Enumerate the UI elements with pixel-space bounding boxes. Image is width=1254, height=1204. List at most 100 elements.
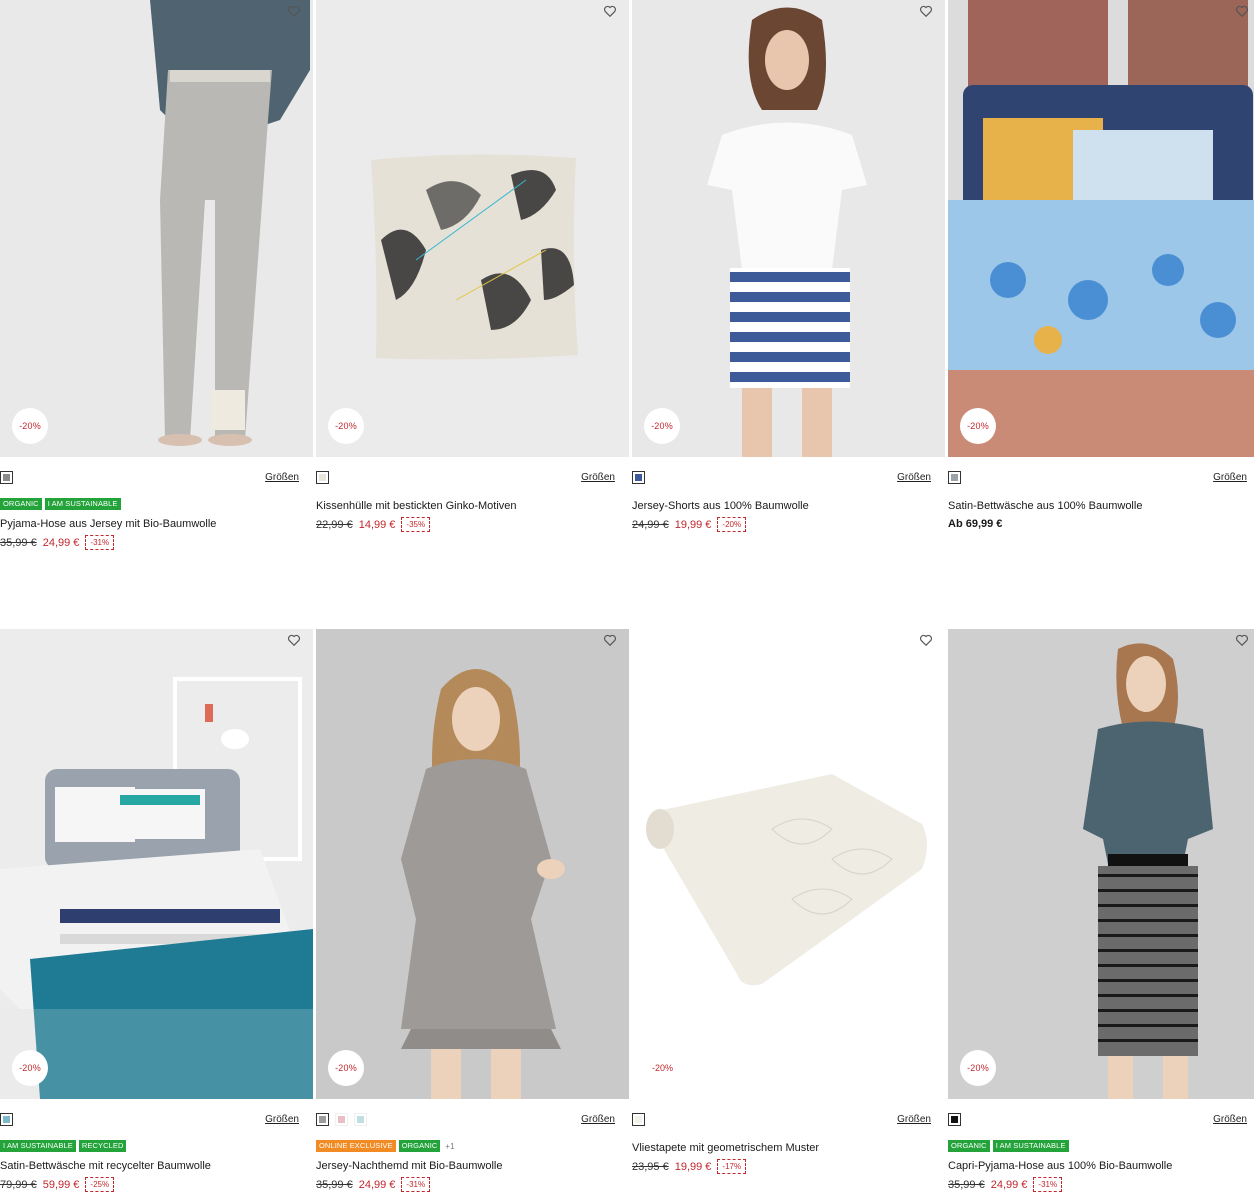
original-price: 35,99 € [316, 1178, 353, 1191]
percent-off: -17% [717, 1159, 747, 1174]
color-swatch[interactable] [316, 1113, 329, 1126]
price-row: 35,99 € 24,99 € -31% [316, 1177, 431, 1192]
wallpaper-roll-photo [632, 629, 945, 1099]
from-price: Ab 69,99 € [948, 518, 1003, 530]
product-title[interactable]: Jersey-Nachthemd mit Bio-Baumwolle [316, 1160, 502, 1172]
product-title[interactable]: Vliestapete mit geometrischem Muster [632, 1142, 819, 1154]
sale-price: 59,99 € [42, 1178, 80, 1191]
product-card[interactable]: -20% Größen Kissenhülle mit bestickten G… [316, 0, 629, 560]
product-card[interactable]: -20% Größen Jersey-Shorts aus 100% Baumw… [632, 0, 945, 560]
product-title[interactable]: Satin-Bettwäsche aus 100% Baumwolle [948, 500, 1142, 512]
wishlist-heart-icon[interactable] [919, 633, 933, 647]
product-title[interactable]: Pyjama-Hose aus Jersey mit Bio-Baumwolle [0, 518, 216, 530]
sale-price: 19,99 € [674, 518, 712, 531]
product-image[interactable]: -20% [632, 629, 945, 1099]
sale-price: 24,99 € [42, 536, 80, 549]
price-row: 35,99 € 24,99 € -31% [0, 535, 115, 550]
color-swatches [0, 1113, 13, 1127]
badge-organic: ORGANIC [0, 498, 42, 510]
price-row: 23,95 € 19,99 € -17% [632, 1159, 747, 1174]
color-swatches [316, 1113, 367, 1127]
badge-organic: ORGANIC [948, 1140, 990, 1152]
color-swatches [632, 1113, 645, 1127]
color-swatch[interactable] [632, 1113, 645, 1126]
color-swatches [632, 471, 645, 485]
badge-online-exclusive: ONLINE EXCLUSIVE [316, 1140, 396, 1152]
sizes-link[interactable]: Größen [897, 472, 931, 483]
wishlist-heart-icon[interactable] [1235, 4, 1249, 18]
price-row: 79,99 € 59,99 € -25% [0, 1177, 115, 1192]
product-title[interactable]: Kissenhülle mit bestickten Ginko-Motiven [316, 500, 517, 512]
satin-bedding-photo [948, 0, 1254, 457]
sizes-link[interactable]: Größen [265, 1114, 299, 1125]
color-swatches [948, 1113, 961, 1127]
product-image[interactable]: -20% [948, 0, 1254, 457]
sizes-link[interactable]: Größen [581, 1114, 615, 1125]
wishlist-heart-icon[interactable] [287, 4, 301, 18]
badge-row: ORGANIC I AM SUSTAINABLE [0, 498, 121, 510]
original-price: 22,99 € [316, 518, 353, 531]
color-swatches [948, 471, 961, 485]
discount-badge: -20% [960, 1050, 996, 1086]
percent-off: -31% [1033, 1177, 1063, 1192]
sale-price: 24,99 € [990, 1178, 1028, 1191]
discount-badge: -20% [12, 408, 48, 444]
product-grid: -20% Größen ORGANIC I AM SUSTAINABLE Pyj… [0, 0, 1254, 1204]
percent-off: -35% [401, 517, 431, 532]
wishlist-heart-icon[interactable] [603, 633, 617, 647]
wishlist-heart-icon[interactable] [919, 4, 933, 18]
color-swatch[interactable] [354, 1113, 367, 1126]
product-title[interactable]: Jersey-Shorts aus 100% Baumwolle [632, 500, 809, 512]
discount-badge: -20% [12, 1050, 48, 1086]
product-image[interactable]: -20% [316, 629, 629, 1099]
badge-recycled: RECYCLED [78, 1140, 127, 1152]
price-row: 22,99 € 14,99 € -35% [316, 517, 431, 532]
sizes-link[interactable]: Größen [581, 472, 615, 483]
product-title[interactable]: Satin-Bettwäsche mit recycelter Baumwoll… [0, 1160, 211, 1172]
discount-badge: -20% [644, 408, 680, 444]
color-swatch[interactable] [0, 471, 13, 484]
wishlist-heart-icon[interactable] [1235, 633, 1249, 647]
sizes-link[interactable]: Größen [265, 472, 299, 483]
pyjama-pants-photo [0, 0, 313, 457]
badge-sustainable: I AM SUSTAINABLE [0, 1140, 76, 1152]
badge-row: ORGANIC I AM SUSTAINABLE [948, 1140, 1069, 1152]
original-price: 23,95 € [632, 1160, 669, 1173]
product-card[interactable]: -20% Größen I AM SUSTAINABLE RECYCLED Sa… [0, 629, 313, 1204]
color-swatch[interactable] [335, 1113, 348, 1126]
sizes-link[interactable]: Größen [897, 1114, 931, 1125]
product-image[interactable]: -20% [0, 0, 313, 457]
product-image[interactable]: -20% [948, 629, 1254, 1099]
wishlist-heart-icon[interactable] [603, 4, 617, 18]
product-title[interactable]: Capri-Pyjama-Hose aus 100% Bio-Baumwolle [948, 1160, 1172, 1172]
product-card[interactable]: -20% Größen ORGANIC I AM SUSTAINABLE Pyj… [0, 0, 313, 560]
wishlist-heart-icon[interactable] [287, 633, 301, 647]
product-image[interactable]: -20% [632, 0, 945, 457]
sizes-link[interactable]: Größen [1213, 1114, 1247, 1125]
percent-off: -20% [717, 517, 747, 532]
percent-off: -25% [85, 1177, 115, 1192]
color-swatch[interactable] [948, 1113, 961, 1126]
product-card[interactable]: -20% Größen Satin-Bettwäsche aus 100% Ba… [948, 0, 1254, 560]
product-image[interactable]: -20% [316, 0, 629, 457]
jersey-shorts-photo [632, 0, 945, 457]
product-card[interactable]: -20% Größen ORGANIC I AM SUSTAINABLE Cap… [948, 629, 1254, 1204]
percent-off: -31% [401, 1177, 431, 1192]
discount-badge: -20% [328, 408, 364, 444]
badge-row: I AM SUSTAINABLE RECYCLED [0, 1140, 127, 1152]
original-price: 79,99 € [0, 1178, 37, 1191]
color-swatch[interactable] [316, 471, 329, 484]
original-price: 24,99 € [632, 518, 669, 531]
product-image[interactable]: -20% [0, 629, 313, 1099]
more-badges-count[interactable]: +1 [445, 1142, 454, 1151]
sizes-link[interactable]: Größen [1213, 472, 1247, 483]
product-card[interactable]: -20% Größen ONLINE EXCLUSIVE ORGANIC +1 … [316, 629, 629, 1204]
sale-price: 19,99 € [674, 1160, 712, 1173]
product-card[interactable]: -20% Größen Vliestapete mit geometrische… [632, 629, 945, 1204]
color-swatch[interactable] [632, 471, 645, 484]
color-swatch[interactable] [0, 1113, 13, 1126]
color-swatches [0, 471, 13, 485]
discount-badge: -20% [328, 1050, 364, 1086]
color-swatch[interactable] [948, 471, 961, 484]
sale-price: 14,99 € [358, 518, 396, 531]
